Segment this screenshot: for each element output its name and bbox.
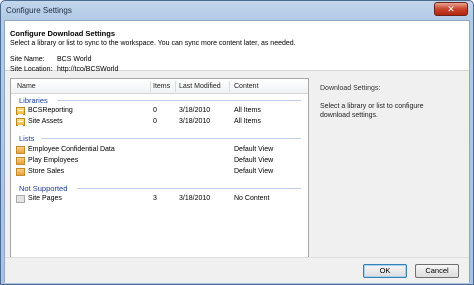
column-divider[interactable] bbox=[150, 81, 151, 92]
cancel-button[interactable]: Cancel bbox=[415, 264, 459, 278]
download-settings-panel: Download Settings: Select a library or l… bbox=[315, 78, 465, 261]
row-last-modified: 3/18/2010 bbox=[179, 118, 211, 125]
table-row[interactable]: Store Sales Default View bbox=[11, 168, 310, 178]
table-row[interactable]: Employee Confidential Data Default View bbox=[11, 146, 310, 156]
window-title: Configure Settings bbox=[6, 6, 72, 15]
list-icon bbox=[16, 146, 25, 154]
download-settings-title: Download Settings: bbox=[320, 85, 381, 92]
unsupported-list-icon bbox=[16, 195, 25, 203]
row-items: 0 bbox=[153, 118, 157, 125]
header-description: Select a library or list to sync to the … bbox=[10, 40, 296, 47]
header-title: Configure Download Settings bbox=[10, 29, 115, 38]
close-button[interactable]: ✕ bbox=[434, 2, 468, 16]
library-icon bbox=[16, 107, 25, 115]
table-row[interactable]: BCSReporting 0 3/18/2010 All Items bbox=[11, 107, 310, 117]
ok-button[interactable]: OK bbox=[363, 264, 407, 278]
dialog-footer: OK Cancel bbox=[5, 257, 469, 283]
column-header-name[interactable]: Name bbox=[17, 83, 36, 90]
row-content: No Content bbox=[234, 195, 270, 202]
column-header-row: Name Items Last Modified Content bbox=[11, 79, 308, 94]
group-header-lists[interactable]: Lists bbox=[19, 134, 34, 143]
row-items: 3 bbox=[153, 195, 157, 202]
row-content[interactable]: All Items bbox=[234, 118, 261, 125]
column-divider[interactable] bbox=[229, 81, 230, 92]
row-content[interactable]: Default View bbox=[234, 157, 273, 164]
site-name-value: BCS World bbox=[57, 56, 92, 63]
site-name-label: Site Name: bbox=[10, 56, 45, 63]
site-location-label: Site Location: bbox=[10, 66, 53, 73]
group-header-not-supported[interactable]: Not Supported bbox=[19, 184, 67, 193]
table-row[interactable]: Site Assets 0 3/18/2010 All Items bbox=[11, 118, 310, 128]
row-content[interactable]: Default View bbox=[234, 168, 273, 175]
row-name: Play Employees bbox=[28, 157, 79, 164]
list-icon bbox=[16, 157, 25, 165]
dialog-header: Configure Download Settings Select a lib… bbox=[5, 21, 469, 71]
row-name: Store Sales bbox=[28, 168, 65, 175]
row-name: BCSReporting bbox=[28, 107, 73, 114]
title-bar: Configure Settings ✕ bbox=[1, 1, 473, 20]
row-content[interactable]: All Items bbox=[234, 107, 261, 114]
group-header-libraries[interactable]: Libraries bbox=[19, 96, 48, 105]
download-settings-text: Select a library or list to configure do… bbox=[320, 103, 424, 119]
column-divider[interactable] bbox=[175, 81, 176, 92]
group-divider bbox=[41, 138, 301, 139]
column-header-content[interactable]: Content bbox=[234, 83, 259, 90]
row-last-modified: 3/18/2010 bbox=[179, 107, 211, 114]
row-content[interactable]: Default View bbox=[234, 146, 273, 153]
group-divider bbox=[57, 100, 301, 101]
configure-settings-window: Configure Settings ✕ Configure Download … bbox=[0, 0, 474, 285]
list-icon bbox=[16, 168, 25, 176]
table-row[interactable]: Play Employees Default View bbox=[11, 157, 310, 167]
column-header-last-modified[interactable]: Last Modified bbox=[179, 83, 221, 90]
library-icon bbox=[16, 118, 25, 126]
site-location-value: http://tco/BCSWorld bbox=[57, 66, 119, 73]
row-name: Site Assets bbox=[28, 118, 63, 125]
library-list[interactable]: Name Items Last Modified Content Librari… bbox=[10, 78, 309, 261]
column-header-items[interactable]: Items bbox=[153, 83, 170, 90]
row-name: Site Pages bbox=[28, 195, 62, 202]
dialog-body: Configure Download Settings Select a lib… bbox=[4, 20, 470, 283]
group-divider bbox=[77, 188, 301, 189]
table-row[interactable]: Site Pages 3 3/18/2010 No Content bbox=[11, 195, 310, 205]
row-items: 0 bbox=[153, 107, 157, 114]
row-last-modified: 3/18/2010 bbox=[179, 195, 211, 202]
row-name: Employee Confidential Data bbox=[28, 146, 115, 153]
